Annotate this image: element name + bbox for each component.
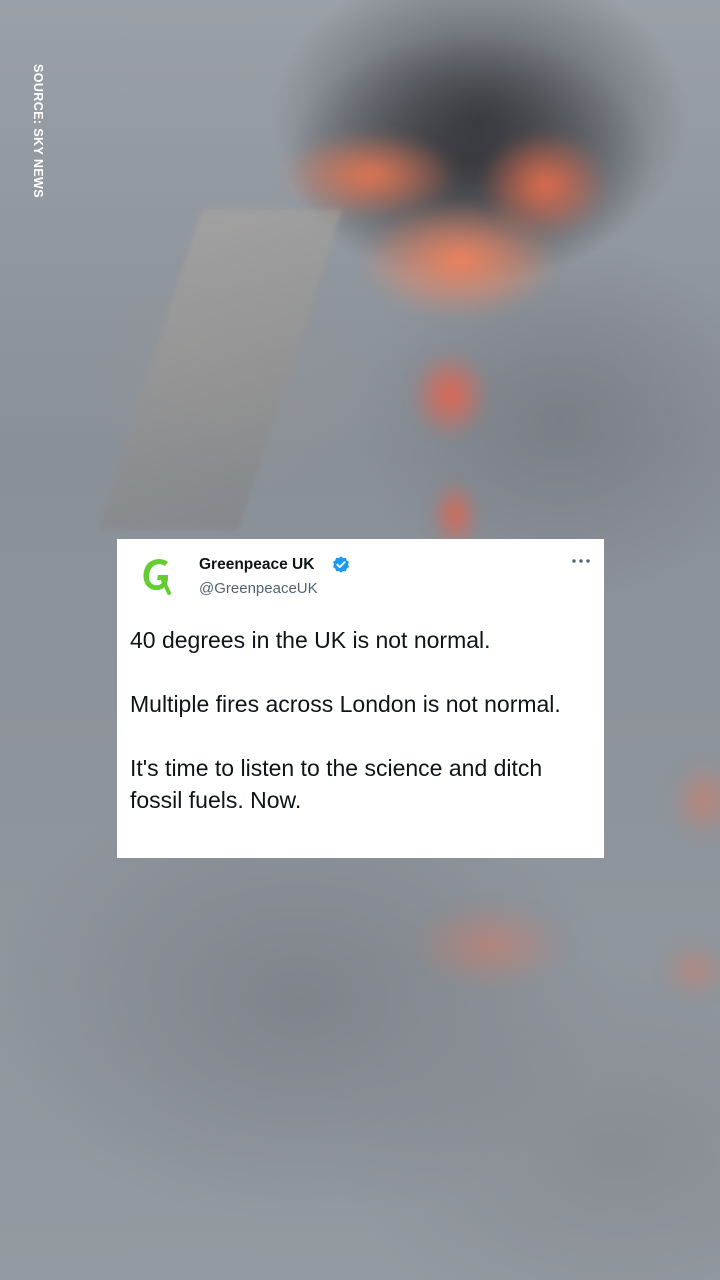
more-options-icon[interactable] bbox=[570, 557, 592, 565]
fire-flame bbox=[410, 350, 490, 440]
fire-glow bbox=[660, 940, 720, 1000]
tweet-paragraph: It's time to listen to the science and d… bbox=[130, 755, 543, 813]
tweet-card: Greenpeace UK @GreenpeaceUK 40 degrees i… bbox=[117, 539, 604, 858]
account-handle[interactable]: @GreenpeaceUK bbox=[199, 580, 318, 597]
burning-building bbox=[98, 210, 342, 530]
tweet-text: 40 degrees in the UK is not normal. Mult… bbox=[130, 624, 590, 816]
greenpeace-g-logo-icon[interactable] bbox=[135, 553, 179, 597]
fire-glow bbox=[670, 760, 720, 840]
account-name[interactable]: Greenpeace UK bbox=[199, 556, 314, 574]
fire-glow bbox=[410, 900, 570, 990]
tweet-paragraph: 40 degrees in the UK is not normal. bbox=[130, 627, 491, 653]
source-credit: SOURCE: SKY NEWS bbox=[31, 64, 45, 198]
verified-badge-icon bbox=[333, 556, 349, 573]
tweet-paragraph: Multiple fires across London is not norm… bbox=[130, 691, 561, 717]
fire-flame bbox=[480, 130, 610, 240]
